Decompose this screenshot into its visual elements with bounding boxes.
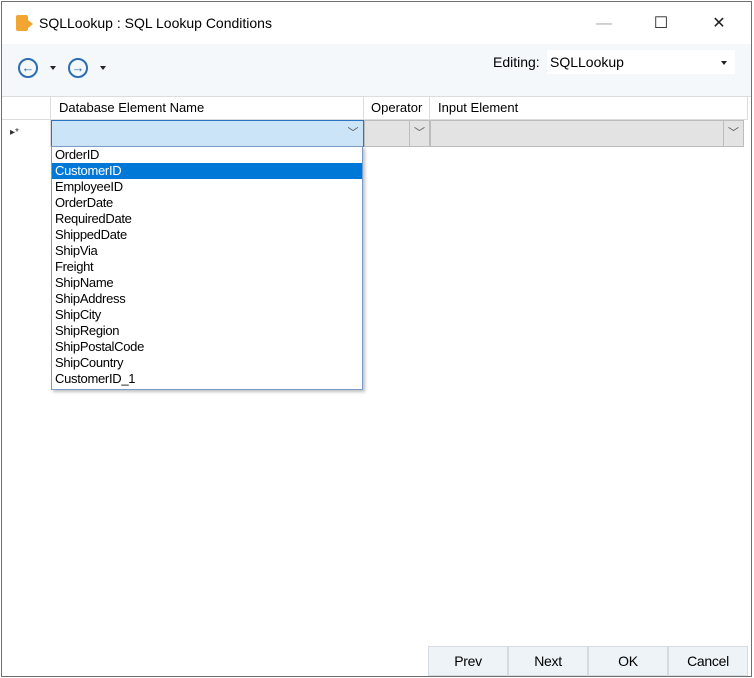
database-element-combo[interactable]: ﹀ xyxy=(51,120,364,147)
ok-button[interactable]: OK xyxy=(588,646,668,676)
database-element-dropdown-list[interactable]: OrderID CustomerID EmployeeID OrderDate Requ… xyxy=(51,146,363,390)
dropdown-option[interactable]: ShipVia xyxy=(52,243,362,259)
operator-combo[interactable]: ﹀ xyxy=(364,120,430,147)
toolbar: ← → Editing: SQLLookup xyxy=(2,44,751,96)
dropdown-option[interactable]: CustomerID_1 xyxy=(52,371,362,387)
dropdown-option[interactable]: OrderID xyxy=(52,147,362,163)
minimize-button[interactable]: — xyxy=(581,10,627,38)
new-row-marker: ▸* xyxy=(2,120,51,147)
window-title: SQLLookup : SQL Lookup Conditions xyxy=(39,15,272,31)
forward-dropdown-icon[interactable] xyxy=(100,66,106,70)
chevron-down-icon[interactable]: ﹀ xyxy=(343,121,363,146)
dropdown-option[interactable]: RequiredDate xyxy=(52,211,362,227)
next-button[interactable]: Next xyxy=(508,646,588,676)
title-bar: SQLLookup : SQL Lookup Conditions — ☐ ✕ xyxy=(2,2,751,44)
row-header-corner xyxy=(2,97,51,120)
cancel-button[interactable]: Cancel xyxy=(668,646,748,676)
chevron-down-icon xyxy=(721,61,727,65)
dropdown-option[interactable]: EmployeeID xyxy=(52,179,362,195)
dropdown-option[interactable]: CustomerID xyxy=(52,163,362,179)
dropdown-option[interactable]: ShipCity xyxy=(52,307,362,323)
editing-label: Editing: xyxy=(493,54,540,70)
chevron-down-icon[interactable]: ﹀ xyxy=(723,121,743,146)
column-header-input-element[interactable]: Input Element xyxy=(430,97,748,120)
dropdown-option[interactable]: ShippedDate xyxy=(52,227,362,243)
dropdown-option[interactable]: OrderDate xyxy=(52,195,362,211)
dropdown-option[interactable]: Freight xyxy=(52,259,362,275)
dropdown-option[interactable]: ShipName xyxy=(52,275,362,291)
back-dropdown-icon[interactable] xyxy=(50,66,56,70)
dropdown-option[interactable]: ShipRegion xyxy=(52,323,362,339)
close-button[interactable]: ✕ xyxy=(696,10,742,38)
dropdown-option[interactable]: ShipPostalCode xyxy=(52,339,362,355)
column-header-operator[interactable]: Operator xyxy=(364,97,430,120)
app-icon xyxy=(16,15,33,31)
chevron-down-icon[interactable]: ﹀ xyxy=(409,121,429,146)
back-icon[interactable]: ← xyxy=(18,58,38,78)
editing-select[interactable]: SQLLookup xyxy=(547,50,735,74)
maximize-button[interactable]: ☐ xyxy=(638,10,684,38)
dropdown-option[interactable]: ShipCountry xyxy=(52,355,362,371)
input-element-combo[interactable]: ﹀ xyxy=(430,120,744,147)
dropdown-option[interactable]: ShipAddress xyxy=(52,291,362,307)
prev-button[interactable]: Prev xyxy=(428,646,508,676)
forward-icon[interactable]: → xyxy=(68,58,88,78)
editing-value: SQLLookup xyxy=(550,54,624,70)
column-header-database-element[interactable]: Database Element Name xyxy=(51,97,364,120)
